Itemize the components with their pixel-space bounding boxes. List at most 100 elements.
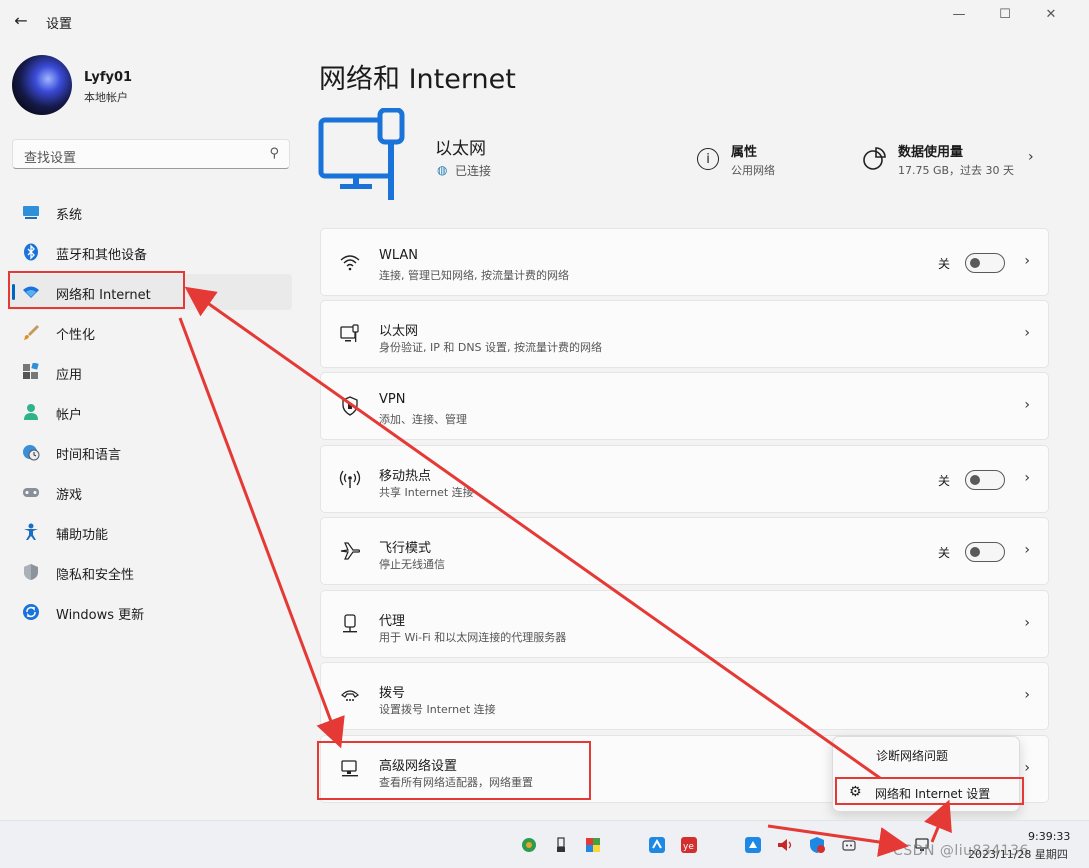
red-app-icon[interactable]: ye <box>680 836 698 854</box>
ethernet-monitor-icon <box>318 108 405 200</box>
bluetooth-icon <box>22 243 40 261</box>
airplane-toggle[interactable] <box>965 542 1005 562</box>
sidebar-item-label: 蓝牙和其他设备 <box>56 248 148 263</box>
data-usage-title[interactable]: 数据使用量 <box>898 141 963 160</box>
sidebar-item-label: 辅助功能 <box>56 528 109 543</box>
usb-icon[interactable] <box>552 836 570 854</box>
chevron-right-icon: › <box>1024 760 1030 776</box>
colorful-app-icon[interactable] <box>584 836 602 854</box>
chevron-right-icon: › <box>1024 325 1030 341</box>
maximize-button[interactable]: ☐ <box>982 4 1028 26</box>
security-shield-icon[interactable] <box>808 836 826 854</box>
minimize-button[interactable]: — <box>936 4 982 26</box>
sidebar-item-bluetooth[interactable]: 蓝牙和其他设备 <box>8 234 292 270</box>
card-wlan[interactable]: WLAN 连接, 管理已知网络, 按流量计费的网络 关 › <box>320 228 1049 296</box>
sidebar-item-privacy[interactable]: 隐私和安全性 <box>8 554 292 590</box>
sidebar-item-accessibility[interactable]: 辅助功能 <box>8 514 292 550</box>
ethernet-status: 已连接 <box>455 164 492 178</box>
card-title: 代理 <box>379 614 406 629</box>
toggle-label: 关 <box>938 474 951 488</box>
info-icon[interactable]: i <box>697 148 719 170</box>
search-icon[interactable]: ⚲ <box>269 146 279 161</box>
toggle-label: 关 <box>938 546 951 560</box>
clock-time[interactable]: 9:39:33 <box>1028 830 1070 843</box>
globe-clock-icon <box>22 443 40 461</box>
chevron-right-icon: › <box>1024 470 1030 486</box>
toggle-knob <box>970 258 980 268</box>
sidebar-item-windows-update[interactable]: Windows 更新 <box>8 594 292 630</box>
card-airplane-mode[interactable]: 飞行模式 停止无线通信 关 › <box>320 517 1049 585</box>
person-icon <box>22 403 40 421</box>
card-subtitle: 连接, 管理已知网络, 按流量计费的网络 <box>379 269 569 282</box>
recycle-icon[interactable] <box>520 836 538 854</box>
card-subtitle: 停止无线通信 <box>379 558 445 571</box>
pie-chart-icon <box>863 147 886 170</box>
chevron-right-icon: › <box>1024 615 1030 631</box>
globe-icon: ◍ <box>437 163 448 177</box>
card-vpn[interactable]: VPN 添加、连接、管理 › <box>320 372 1049 440</box>
page-title: 网络和 Internet <box>319 64 516 95</box>
card-title: VPN <box>379 392 406 407</box>
avatar[interactable] <box>12 55 72 115</box>
card-ethernet[interactable]: 以太网 身份验证, IP 和 DNS 设置, 按流量计费的网络 › <box>320 300 1049 368</box>
proxy-icon <box>339 613 361 635</box>
card-title: 以太网 <box>379 324 419 339</box>
hotspot-icon <box>339 468 361 490</box>
sidebar-item-label: 时间和语言 <box>56 448 122 463</box>
shield-icon <box>22 563 40 581</box>
tray-app-icon[interactable] <box>840 836 858 854</box>
cloud-app-icon[interactable] <box>744 836 762 854</box>
annotation-box-menu <box>835 777 1024 805</box>
card-subtitle: 用于 Wi-Fi 和以太网连接的代理服务器 <box>379 631 567 644</box>
user-name: Lyfy01 <box>84 70 133 85</box>
taskbar: ye CSDN @liu834136 9:39:33 2023/11/28 星期… <box>0 820 1089 868</box>
chevron-right-icon: › <box>1024 397 1030 413</box>
card-proxy[interactable]: 代理 用于 Wi-Fi 和以太网连接的代理服务器 › <box>320 590 1049 658</box>
search-input[interactable]: 查找设置 ⚲ <box>12 139 290 169</box>
sidebar-item-accounts[interactable]: 帐户 <box>8 394 292 430</box>
sidebar-item-system[interactable]: 系统 <box>8 194 292 230</box>
sidebar-item-apps[interactable]: 应用 <box>8 354 292 390</box>
sidebar-item-personalization[interactable]: 个性化 <box>8 314 292 350</box>
hotspot-toggle[interactable] <box>965 470 1005 490</box>
monitor-icon <box>22 203 40 221</box>
sidebar-item-label: Windows 更新 <box>56 608 145 623</box>
close-button[interactable]: ✕ <box>1028 4 1074 26</box>
properties-title[interactable]: 属性 <box>731 141 757 160</box>
card-dialup[interactable]: 拨号 设置拨号 Internet 连接 › <box>320 662 1049 730</box>
chevron-right-icon: › <box>1024 253 1030 269</box>
card-title: WLAN <box>379 248 419 263</box>
card-title: 移动热点 <box>379 469 432 484</box>
wlan-toggle[interactable] <box>965 253 1005 273</box>
vpn-shield-icon <box>339 395 361 417</box>
airplane-icon <box>339 540 361 562</box>
speaker-icon[interactable] <box>776 836 794 854</box>
sidebar-item-label: 帐户 <box>56 408 83 423</box>
ethernet-title: 以太网 <box>435 139 486 159</box>
search-placeholder: 查找设置 <box>24 151 77 166</box>
title-bar: ← 设置 — ☐ ✕ <box>0 0 1089 44</box>
brush-icon <box>22 323 40 341</box>
sidebar-item-label: 系统 <box>56 208 83 223</box>
menu-item-diagnose[interactable]: 诊断网络问题 <box>876 747 948 764</box>
sidebar-item-time-language[interactable]: 时间和语言 <box>8 434 292 470</box>
annotation-box-network <box>8 271 185 309</box>
chevron-right-icon[interactable]: › <box>1028 149 1034 165</box>
app-title: 设置 <box>46 17 73 32</box>
card-subtitle: 身份验证, IP 和 DNS 设置, 按流量计费的网络 <box>379 341 603 354</box>
apps-icon <box>22 362 40 381</box>
sidebar-item-gaming[interactable]: 游戏 <box>8 474 292 510</box>
arrow-left-icon[interactable]: ← <box>10 10 32 32</box>
properties-value: 公用网络 <box>731 164 775 177</box>
card-subtitle: 共享 Internet 连接 <box>379 486 474 499</box>
chevron-right-icon: › <box>1024 687 1030 703</box>
card-mobile-hotspot[interactable]: 移动热点 共享 Internet 连接 关 › <box>320 445 1049 513</box>
toggle-label: 关 <box>938 257 951 271</box>
sidebar-item-label: 个性化 <box>56 328 96 343</box>
card-title: 拨号 <box>379 686 406 701</box>
blue-app-icon[interactable] <box>648 836 666 854</box>
clock-date[interactable]: 2023/11/28 星期四 <box>968 846 1068 862</box>
card-title: 飞行模式 <box>379 541 432 556</box>
toggle-knob <box>970 547 980 557</box>
ethernet-icon <box>339 323 361 345</box>
